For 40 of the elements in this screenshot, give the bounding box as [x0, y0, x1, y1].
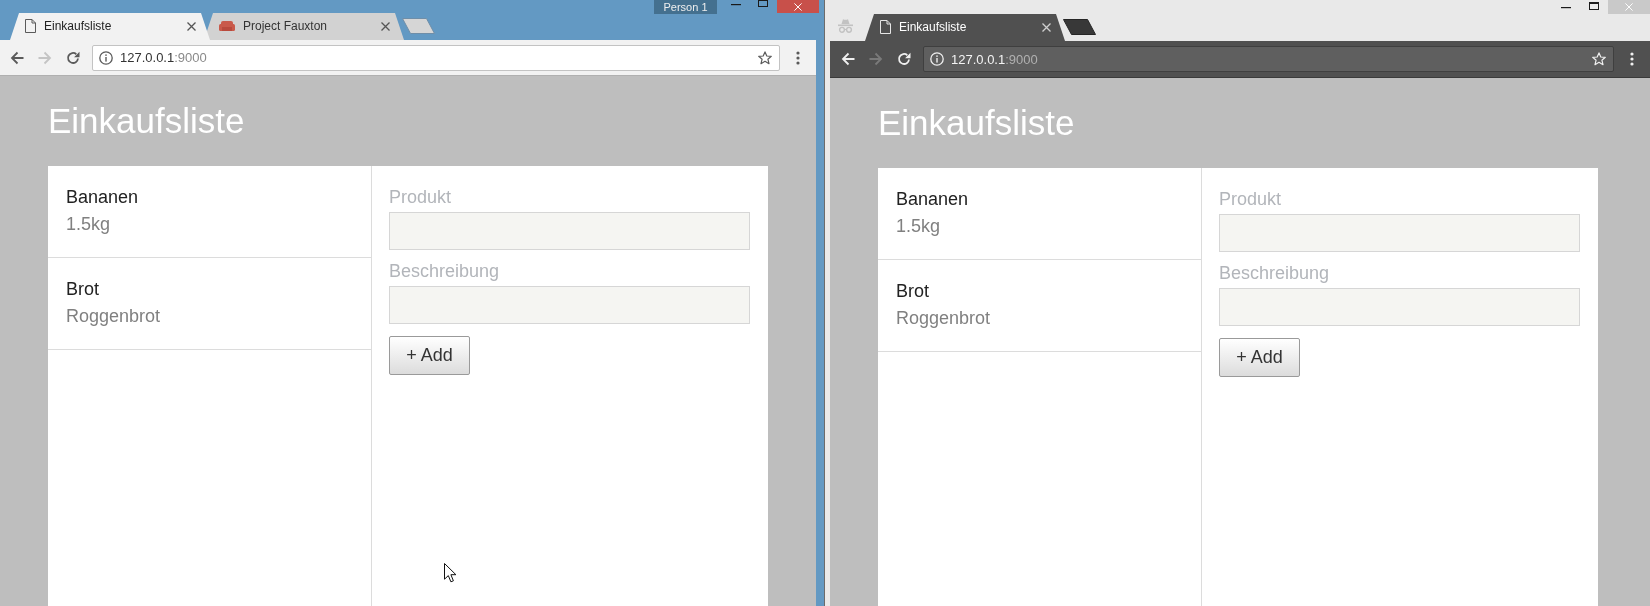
url-text: 127.0.0.1:9000: [951, 51, 1039, 67]
item-name: Bananen: [896, 188, 970, 211]
item-description: 1.5kg: [896, 215, 942, 238]
field-label: Beschreibung: [389, 260, 501, 283]
add-button[interactable]: + Add: [1219, 338, 1300, 377]
field-label: Produkt: [389, 186, 453, 209]
url-text: 127.0.0.1:9000: [120, 50, 208, 65]
item-name: Brot: [66, 278, 100, 301]
page-icon: [880, 20, 891, 34]
text-field[interactable]: [1219, 288, 1580, 326]
item-description: Roggenbrot: [896, 307, 992, 330]
profile-button[interactable]: Person 1: [654, 0, 717, 14]
info-icon[interactable]: [99, 50, 113, 65]
close-icon[interactable]: [187, 21, 196, 31]
text-field[interactable]: [389, 286, 750, 324]
item-description: Roggenbrot: [66, 305, 162, 328]
field-label: Beschreibung: [1219, 262, 1331, 285]
browser-tab[interactable]: Einkaufsliste: [10, 12, 210, 40]
reload-icon[interactable]: [66, 50, 80, 65]
item-description: 1.5kg: [66, 213, 112, 236]
page-icon: [25, 19, 36, 33]
close-icon[interactable]: [381, 21, 390, 31]
address-bar[interactable]: 127.0.0.1:9000: [92, 44, 780, 71]
text-field[interactable]: [389, 212, 750, 250]
item-name: Bananen: [66, 186, 140, 209]
add-button[interactable]: + Add: [389, 336, 470, 375]
menu-icon[interactable]: [796, 50, 800, 65]
back-arrow-icon[interactable]: [10, 50, 24, 65]
page-title: Einkaufsliste: [48, 101, 245, 141]
star-icon[interactable]: [758, 50, 772, 65]
text-field[interactable]: [1219, 214, 1580, 252]
maximize-icon[interactable]: [758, 0, 768, 8]
couch-icon: [219, 20, 235, 32]
close-icon: [794, 2, 802, 11]
incognito-icon: [838, 18, 853, 33]
close-icon: [1625, 3, 1633, 11]
field-label: Produkt: [1219, 188, 1283, 211]
close-button[interactable]: [777, 0, 819, 13]
item-name: Brot: [896, 280, 930, 303]
page-title: Einkaufsliste: [878, 103, 1075, 143]
